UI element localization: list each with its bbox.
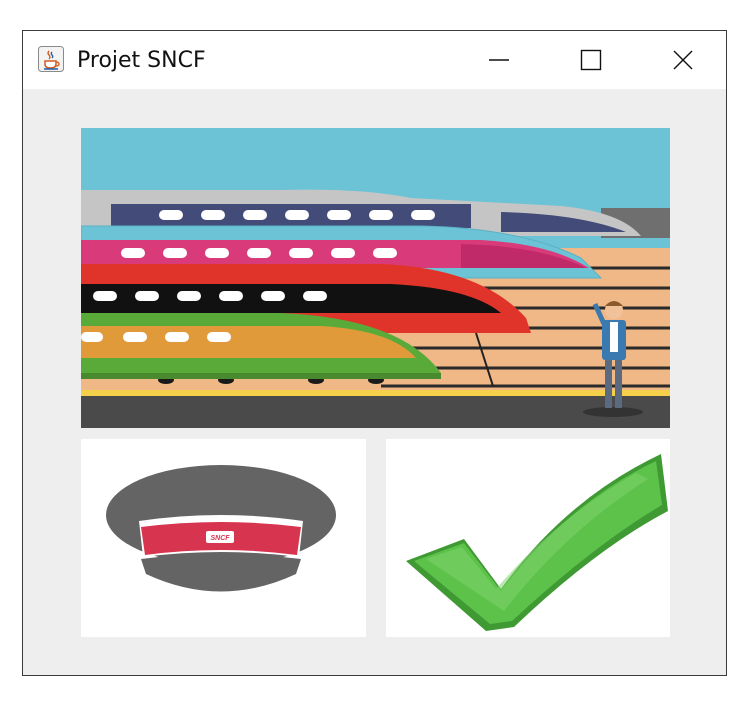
app-window: Projet SNCF SNCF <box>22 30 727 676</box>
maximize-button[interactable] <box>547 31 635 89</box>
window-title: Projet SNCF <box>77 48 206 73</box>
maximize-icon <box>580 49 602 71</box>
title-bar[interactable]: Projet SNCF <box>23 31 726 89</box>
minimize-icon <box>489 59 509 61</box>
cap-badge-text: SNCF <box>210 535 230 542</box>
close-icon <box>673 50 693 70</box>
green-checkmark-image <box>386 439 670 637</box>
content-panel: SNCF <box>23 89 726 675</box>
trains-illustration <box>81 128 670 428</box>
java-coffee-cup-icon[interactable] <box>38 46 64 72</box>
minimize-button[interactable] <box>455 31 543 89</box>
sncf-cap-image: SNCF <box>81 439 366 637</box>
close-button[interactable] <box>639 31 727 89</box>
